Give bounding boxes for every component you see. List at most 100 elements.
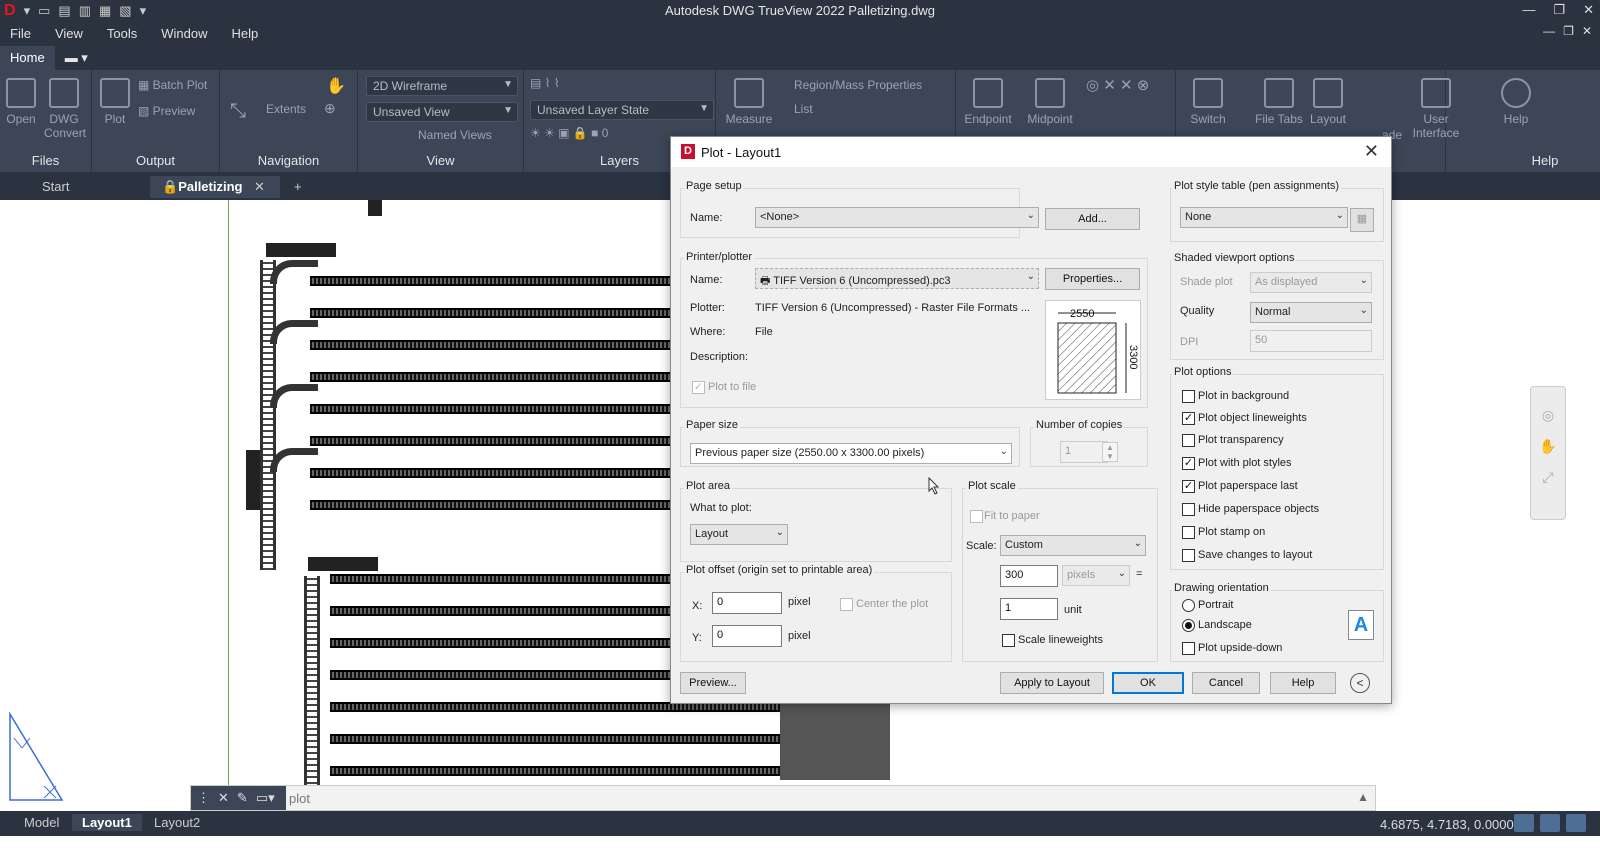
- paper-size-dropdown[interactable]: Previous paper size (2550.00 x 3300.00 p…: [690, 443, 1012, 464]
- add-button[interactable]: Add...: [1045, 208, 1140, 230]
- open-button[interactable]: Open: [4, 78, 38, 126]
- file-tabs-button[interactable]: File Tabs: [1252, 78, 1306, 126]
- batch-plot-button[interactable]: ▦ Batch Plot: [138, 78, 207, 92]
- recent-commands-icon[interactable]: ▭▾: [256, 790, 275, 806]
- restore-icon[interactable]: ❐: [1553, 2, 1565, 18]
- layer-props-icon[interactable]: ☀ ☀ ▣ 🔒 ■ 0: [530, 126, 608, 140]
- orbit-icon[interactable]: ⊕: [324, 100, 336, 117]
- properties-button[interactable]: Properties...: [1045, 268, 1140, 290]
- list-button[interactable]: List: [794, 102, 813, 116]
- plot-button[interactable]: Plot: [98, 78, 132, 126]
- saved-view-dropdown[interactable]: Unsaved View ▼: [366, 102, 518, 122]
- visual-style-dropdown[interactable]: 2D Wireframe ▼: [366, 76, 518, 96]
- edit-plot-style-button[interactable]: ▦: [1350, 208, 1374, 232]
- tab-model[interactable]: Model: [14, 814, 69, 831]
- scale-units-dropdown[interactable]: pixels ⌄: [1062, 565, 1130, 586]
- plot-style-dropdown[interactable]: None ⌄: [1180, 207, 1348, 228]
- plot-upside-down-checkbox[interactable]: [1182, 642, 1195, 655]
- apply-to-layout-button[interactable]: Apply to Layout: [1000, 672, 1104, 694]
- preview-button[interactable]: ▧ Preview: [138, 104, 195, 118]
- tab-start[interactable]: Start: [30, 176, 81, 198]
- hide-paperspace-objects-checkbox[interactable]: [1182, 503, 1195, 516]
- named-views-button[interactable]: Named Views: [418, 128, 492, 142]
- tab-home[interactable]: Home: [0, 46, 55, 70]
- plot-to-file-checkbox[interactable]: ✓: [692, 381, 705, 394]
- scale-lineweights-checkbox[interactable]: [1002, 634, 1015, 647]
- tab-layout1[interactable]: Layout1: [72, 814, 142, 831]
- extents-button[interactable]: Extents: [266, 102, 306, 116]
- doc-close-icon[interactable]: ✕: [1582, 24, 1592, 38]
- tab-close-icon[interactable]: ✕: [242, 176, 277, 198]
- shade-plot-dropdown[interactable]: As displayed ⌄: [1250, 272, 1372, 293]
- menu-view[interactable]: View: [55, 26, 83, 41]
- midpoint-button[interactable]: Midpoint: [1022, 78, 1078, 126]
- plot-offset-label: Plot offset (origin set to printable are…: [684, 564, 875, 576]
- plot-object-lineweights-checkbox[interactable]: ✓: [1182, 412, 1195, 425]
- landscape-radio[interactable]: [1182, 619, 1195, 632]
- ok-button[interactable]: OK: [1112, 672, 1184, 694]
- workspace-icon[interactable]: [1540, 814, 1560, 832]
- extents-icon[interactable]: ⤡: [230, 100, 246, 123]
- menu-window[interactable]: Window: [161, 26, 207, 41]
- plot-transparency-checkbox[interactable]: [1182, 434, 1195, 447]
- fullscreen-icon[interactable]: [1566, 814, 1586, 832]
- doc-restore-icon[interactable]: ❐: [1563, 24, 1574, 38]
- plot-stamp-on-checkbox[interactable]: [1182, 526, 1195, 539]
- layer-state-dropdown[interactable]: Unsaved Layer State ▼: [530, 100, 714, 120]
- save-changes-to-layout-checkbox[interactable]: [1182, 549, 1195, 562]
- plot-paperspace-last-checkbox[interactable]: ✓: [1182, 480, 1195, 493]
- endpoint-button[interactable]: Endpoint: [960, 78, 1016, 126]
- layer-tools-icon[interactable]: ▤ ⌇ ⌇: [530, 76, 560, 90]
- offset-y-input[interactable]: 0: [712, 625, 782, 647]
- doc-minimize-icon[interactable]: —: [1543, 24, 1555, 38]
- offset-x-input[interactable]: 0: [712, 592, 782, 614]
- layout-tabs-button[interactable]: Layout: [1306, 78, 1350, 126]
- menu-file[interactable]: File: [10, 26, 31, 41]
- portrait-radio[interactable]: [1182, 599, 1195, 612]
- minimize-icon[interactable]: —: [1522, 2, 1535, 18]
- plot-in-background-checkbox[interactable]: [1182, 390, 1195, 403]
- tab-layout2[interactable]: Layout2: [144, 814, 210, 831]
- zoom-extents-icon[interactable]: ⤢: [1531, 469, 1565, 486]
- new-tab-icon[interactable]: +: [282, 176, 314, 198]
- copies-spinner[interactable]: ▲ ▼: [1102, 442, 1118, 462]
- wrench-icon[interactable]: ✎: [237, 790, 248, 806]
- page-setup-name-dropdown[interactable]: <None> ⌄: [755, 207, 1039, 228]
- plot-with-plot-styles-checkbox[interactable]: ✓: [1182, 457, 1195, 470]
- preview-button[interactable]: Preview...: [680, 672, 746, 694]
- center-plot-checkbox[interactable]: [840, 598, 853, 611]
- dwg-convert-button[interactable]: DWG Convert: [44, 78, 86, 140]
- menu-help[interactable]: Help: [232, 26, 259, 41]
- quality-dropdown[interactable]: Normal ⌄: [1250, 302, 1372, 323]
- switch-windows-button[interactable]: Switch: [1184, 78, 1232, 126]
- dialog-close-icon[interactable]: ✕: [1364, 141, 1379, 162]
- help-button[interactable]: Help: [1270, 672, 1336, 694]
- fit-to-paper-label: Fit to paper: [984, 510, 1040, 522]
- drawing-units-input[interactable]: 1: [1000, 598, 1058, 620]
- fit-to-paper-checkbox[interactable]: [970, 510, 983, 523]
- command-input[interactable]: plot: [289, 791, 310, 806]
- snap-modes-icon[interactable]: ◎ ✕ ✕ ⊗: [1086, 76, 1149, 94]
- menu-tools[interactable]: Tools: [107, 26, 137, 41]
- printer-name-dropdown[interactable]: 🖶 TIFF Version 6 (Uncompressed).pc3 ⌄: [755, 268, 1039, 289]
- help-ribbon-button[interactable]: Help: [1496, 78, 1536, 126]
- user-interface-button[interactable]: User Interface: [1412, 78, 1460, 140]
- ribbon-minimize-icon[interactable]: ▬ ▾: [55, 46, 98, 70]
- close-icon[interactable]: ✕: [218, 790, 229, 806]
- copies-input[interactable]: 1: [1060, 441, 1108, 463]
- scale-value-input[interactable]: 300: [1000, 565, 1058, 587]
- region-mass-button[interactable]: Region/Mass Properties: [794, 78, 922, 92]
- pan-hand-icon[interactable]: ✋: [326, 76, 346, 96]
- cancel-button[interactable]: Cancel: [1192, 672, 1260, 694]
- what-to-plot-dropdown[interactable]: Layout ⌄: [690, 524, 788, 545]
- dpi-input[interactable]: 50: [1250, 330, 1372, 352]
- close-icon[interactable]: ✕: [1583, 2, 1594, 18]
- collapse-chevron-icon[interactable]: <: [1350, 673, 1370, 693]
- grip-icon[interactable]: ⋮: [197, 790, 210, 806]
- measure-button[interactable]: Measure: [724, 78, 774, 126]
- chevron-up-icon[interactable]: ▲: [1357, 790, 1369, 804]
- scale-dropdown[interactable]: Custom ⌄: [1000, 535, 1146, 556]
- status-toggle-icon[interactable]: [1514, 814, 1534, 832]
- pan-icon[interactable]: ✋: [1531, 438, 1565, 455]
- steering-wheel-icon[interactable]: ◎: [1531, 407, 1565, 424]
